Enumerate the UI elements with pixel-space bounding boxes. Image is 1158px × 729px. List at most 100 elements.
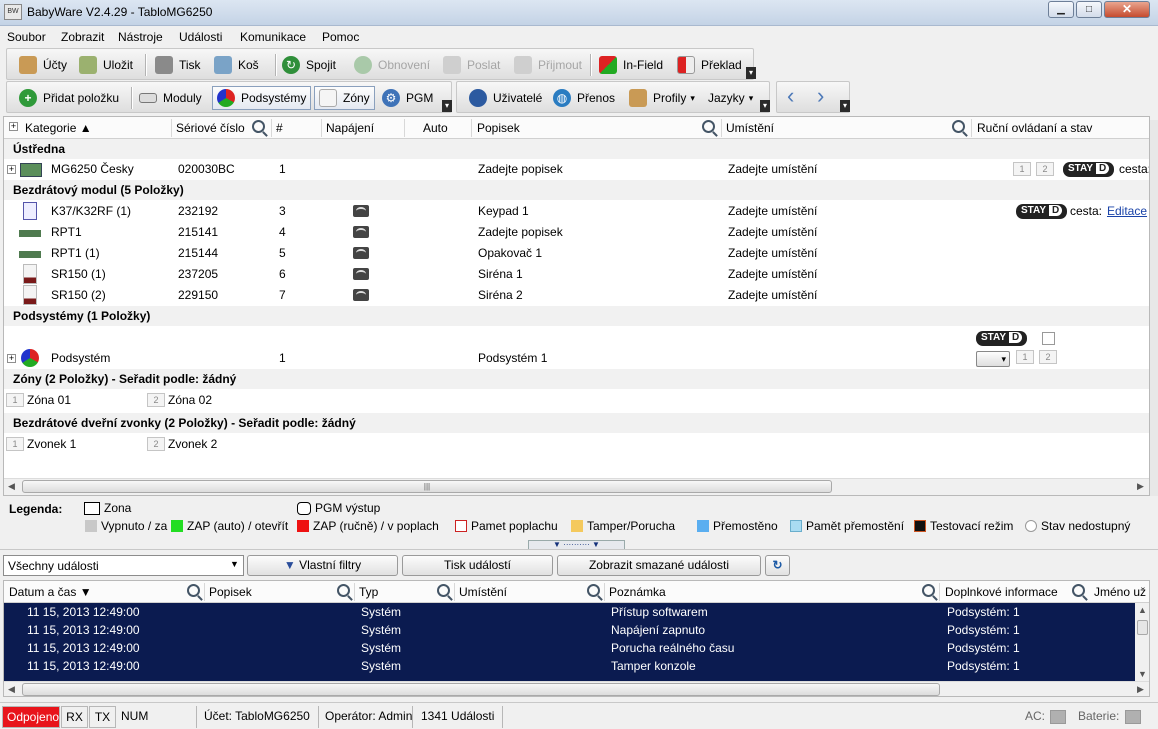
header-label[interactable]: Popisek <box>209 585 252 599</box>
scrollbar-thumb[interactable] <box>1137 620 1148 635</box>
transfer-button[interactable]: ◍ Přenos <box>553 86 615 110</box>
subsystem-1-box[interactable]: 1 <box>1013 162 1031 176</box>
arm-dropdown[interactable]: ▾ <box>976 351 1010 367</box>
toolbar-overflow-icon[interactable]: ▾ <box>442 100 452 112</box>
table-row[interactable]: RPT1 215141 4 Zadejte popisek Zadejte um… <box>4 222 1149 243</box>
stay-d-button[interactable]: STAY D <box>976 331 1028 346</box>
scroll-left-icon[interactable]: ◀ <box>8 481 15 492</box>
subsystem-checkbox[interactable] <box>1042 332 1055 345</box>
header-type[interactable]: Typ <box>359 585 378 599</box>
doorbell-number-box[interactable]: 2 <box>147 437 165 451</box>
zones-button[interactable]: Zóny <box>314 86 375 110</box>
group-header-wireless[interactable]: Bezdrátový modul (5 Položky) <box>4 180 1149 200</box>
subsystem-1-box[interactable]: 1 <box>1016 350 1034 364</box>
event-row[interactable]: 11 15, 2013 12:49:00 Systém Tamper konzo… <box>4 657 1135 675</box>
scroll-left-icon[interactable]: ◀ <box>8 684 15 695</box>
edit-link[interactable]: Editace <box>1107 204 1147 218</box>
subsystem-2-box[interactable]: 2 <box>1039 350 1057 364</box>
forward-arrow-icon[interactable]: › <box>817 85 824 107</box>
scrollbar-thumb[interactable]: ||| <box>22 480 832 493</box>
group-header-doorbells[interactable]: Bezdrátové dveřní zvonky (2 Položky) - S… <box>4 413 1149 433</box>
header-serial[interactable]: Sériové číslo <box>176 121 245 135</box>
expand-all-icon[interactable]: + <box>9 122 18 131</box>
search-icon[interactable] <box>252 120 265 133</box>
menu-nastroje[interactable]: Nástroje <box>118 30 163 44</box>
header-manual-control[interactable]: Ruční ovládaní a stav <box>977 121 1092 135</box>
custom-filters-button[interactable]: ▼ Vlastní filtry <box>247 555 398 576</box>
refresh-icon[interactable]: ↻ <box>765 555 790 576</box>
table-row[interactable]: SR150 (1) 237205 6 Siréna 1 Zadejte umís… <box>4 264 1149 285</box>
search-icon[interactable] <box>437 584 450 597</box>
close-button[interactable]: ✕ <box>1104 1 1150 18</box>
search-icon[interactable] <box>702 120 715 133</box>
infield-button[interactable]: In-Field <box>599 53 663 77</box>
menu-komunikace[interactable]: Komunikace <box>240 30 306 44</box>
trash-button[interactable]: Koš <box>214 53 259 77</box>
toolbar-overflow-icon[interactable]: ▾ <box>840 100 850 112</box>
search-icon[interactable] <box>187 584 200 597</box>
maximize-button[interactable]: □ <box>1076 1 1102 18</box>
header-power[interactable]: Napájení <box>326 121 374 135</box>
group-header-zones[interactable]: Zóny (2 Položky) - Seřadit podle: žádný <box>4 369 1149 389</box>
horizontal-scrollbar[interactable]: ◀ ||| ▶ <box>4 478 1149 495</box>
toolbar-overflow-icon[interactable]: ▾ <box>760 100 770 112</box>
users-button[interactable]: Uživatelé <box>469 86 542 110</box>
subsystems-button[interactable]: Podsystémy <box>212 86 312 110</box>
send-button[interactable]: Poslat <box>443 53 500 77</box>
group-header-subsystems[interactable]: Podsystémy (1 Položky) <box>4 306 1149 326</box>
stay-d-button[interactable]: STAY D <box>1016 204 1068 219</box>
scroll-right-icon[interactable]: ▶ <box>1137 684 1144 695</box>
accounts-button[interactable]: Účty <box>19 53 67 77</box>
scrollbar-thumb[interactable] <box>22 683 940 696</box>
search-icon[interactable] <box>1072 584 1085 597</box>
header-extra-info[interactable]: Doplnkové informace <box>945 585 1058 599</box>
event-row[interactable]: 11 15, 2013 12:49:00 Systém Porucha reál… <box>4 639 1135 657</box>
events-horizontal-scrollbar[interactable]: ◀ ▶ <box>4 681 1149 696</box>
print-events-button[interactable]: Tisk událostí <box>402 555 553 576</box>
refresh-button[interactable]: Obnovení <box>354 53 430 77</box>
table-row[interactable]: + MG6250 Česky 020030BC 1 Zadejte popise… <box>4 159 1149 180</box>
add-item-button[interactable]: + Přidat položku <box>19 86 119 110</box>
search-icon[interactable] <box>587 584 600 597</box>
zone-number-box[interactable]: 1 <box>6 393 24 407</box>
header-location[interactable]: Umístění <box>459 585 507 599</box>
group-header-panel[interactable]: Ústředna <box>4 139 1149 159</box>
table-row[interactable]: SR150 (2) 229150 7 Siréna 2 Zadejte umís… <box>4 285 1149 306</box>
zone-name[interactable]: Zóna 01 <box>27 393 71 407</box>
event-row[interactable]: 11 15, 2013 12:49:00 Systém Napájení zap… <box>4 621 1135 639</box>
languages-button[interactable]: Jazyky ▾ <box>708 86 753 110</box>
toolbar-overflow-icon[interactable]: ▾ <box>746 67 756 79</box>
header-number[interactable]: # <box>276 121 283 135</box>
table-row[interactable]: RPT1 (1) 215144 5 Opakovač 1 Zadejte umí… <box>4 243 1149 264</box>
doorbell-number-box[interactable]: 1 <box>6 437 24 451</box>
search-icon[interactable] <box>952 120 965 133</box>
table-row[interactable]: K37/K32RF (1) 232192 3 Keypad 1 Zadejte … <box>4 201 1149 222</box>
vertical-scrollbar[interactable] <box>1150 120 1158 496</box>
modules-button[interactable]: Moduly <box>139 86 202 110</box>
scroll-right-icon[interactable]: ▶ <box>1137 481 1144 492</box>
menu-zobrazit[interactable]: Zobrazit <box>61 30 104 44</box>
header-datetime[interactable]: Datum a čas ▼ <box>9 585 92 599</box>
minimize-button[interactable]: ▁ <box>1048 1 1074 18</box>
expand-icon[interactable]: + <box>7 165 16 174</box>
menu-pomoc[interactable]: Pomoc <box>322 30 359 44</box>
connect-button[interactable]: ↻ Spojit <box>282 53 336 77</box>
scroll-down-icon[interactable]: ▼ <box>1138 669 1147 679</box>
header-auto[interactable]: Auto <box>423 121 448 135</box>
doorbell-name[interactable]: Zvonek 2 <box>168 437 217 451</box>
table-row[interactable]: + Podsystém 1 Podsystém 1 ▾ 1 2 <box>4 348 1149 369</box>
event-filter-select[interactable]: Všechny události ▼ <box>3 555 244 576</box>
events-vertical-scrollbar[interactable]: ▲ ▼ <box>1135 603 1149 681</box>
zone-name[interactable]: Zóna 02 <box>168 393 212 407</box>
subsystem-2-box[interactable]: 2 <box>1036 162 1054 176</box>
header-location[interactable]: Umístění <box>726 121 774 135</box>
pgm-button[interactable]: ⚙ PGM <box>382 86 433 110</box>
doorbell-name[interactable]: Zvonek 1 <box>27 437 76 451</box>
save-button[interactable]: Uložit <box>79 53 133 77</box>
back-arrow-icon[interactable]: ‹ <box>787 85 794 107</box>
header-note[interactable]: Poznámka <box>609 585 666 599</box>
expand-icon[interactable]: + <box>7 354 16 363</box>
header-user-name[interactable]: Jméno už <box>1094 585 1146 599</box>
zone-number-box[interactable]: 2 <box>147 393 165 407</box>
show-deleted-events-button[interactable]: Zobrazit smazané události <box>557 555 761 576</box>
